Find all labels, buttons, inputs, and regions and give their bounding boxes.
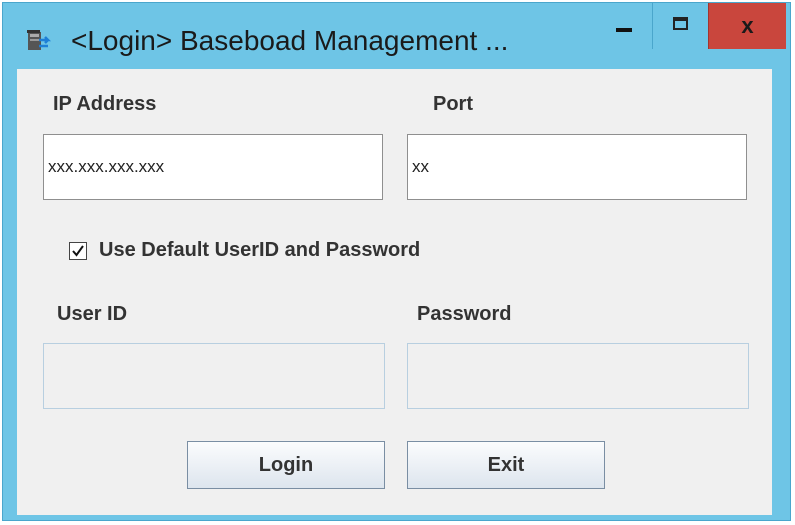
checkmark-icon: [72, 244, 84, 257]
login-button[interactable]: Login: [187, 441, 385, 489]
password-label: Password: [417, 303, 512, 325]
use-default-checkbox[interactable]: [69, 241, 87, 260]
user-id-label: User ID: [57, 303, 128, 325]
login-form: IP Address Port xxx.xxx.xxx.xxx xx Use D…: [17, 69, 772, 515]
port-input[interactable]: xx: [407, 134, 747, 200]
minimize-icon: [615, 15, 633, 38]
title-bar[interactable]: <Login> Baseboad Management ... x: [3, 3, 790, 69]
password-input[interactable]: [407, 343, 749, 409]
ip-address-input[interactable]: xxx.xxx.xxx.xxx: [43, 134, 383, 200]
login-window: <Login> Baseboad Management ... x IP Add…: [2, 2, 791, 521]
maximize-button[interactable]: [652, 3, 708, 49]
exit-button[interactable]: Exit: [407, 441, 605, 489]
close-button[interactable]: x: [708, 3, 786, 49]
user-id-input[interactable]: [43, 343, 385, 409]
window-title: <Login> Baseboad Management ...: [71, 25, 509, 56]
minimize-button[interactable]: [596, 3, 652, 49]
ip-address-label: IP Address: [53, 93, 157, 115]
app-icon: [25, 27, 53, 55]
use-default-label: Use Default UserID and Password: [99, 239, 421, 261]
use-default-credentials-option[interactable]: Use Default UserID and Password: [69, 239, 420, 262]
close-icon: x: [741, 13, 754, 38]
port-label: Port: [433, 93, 473, 115]
maximize-icon: [672, 15, 690, 38]
